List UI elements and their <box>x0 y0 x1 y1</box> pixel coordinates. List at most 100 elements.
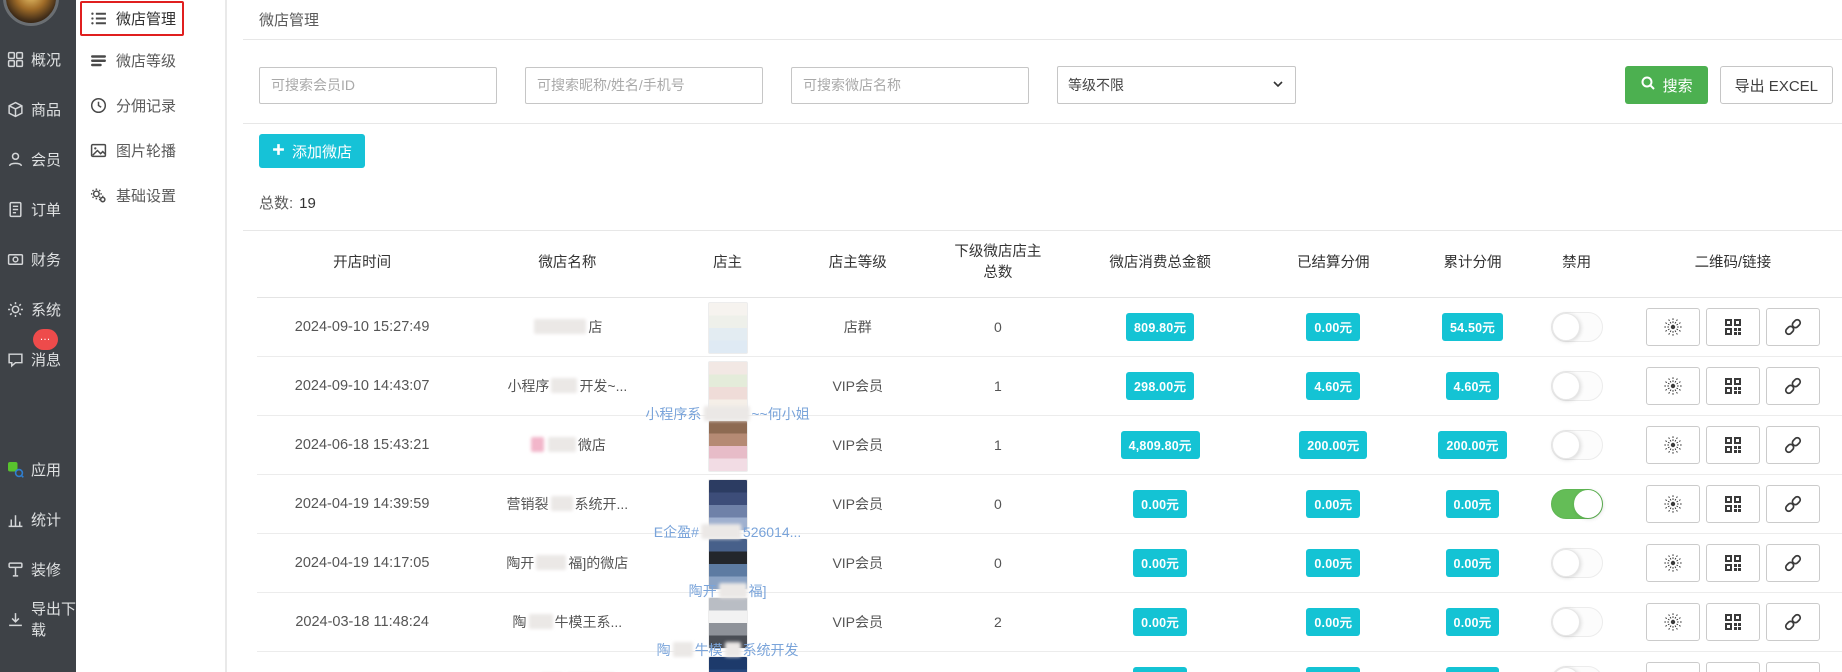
copy-link-button[interactable] <box>1766 367 1820 405</box>
total-amount-badge-cell: 4,809.80元 <box>1068 416 1252 475</box>
disable-cell <box>1531 652 1623 672</box>
disable-toggle[interactable] <box>1551 666 1603 672</box>
owner-link[interactable]: 小程序系~~何小姐 <box>645 404 809 424</box>
minicode-button[interactable] <box>1646 426 1700 464</box>
members-icon <box>6 151 24 168</box>
column-header: 累计分佣 <box>1414 231 1530 298</box>
owner-cell: 陶牛模系统开发 <box>668 593 788 652</box>
sub-shop-count-cell: 0 <box>928 298 1068 357</box>
sidebar-item-goods[interactable]: 商品 <box>0 84 76 134</box>
shop-name-input[interactable] <box>791 67 1029 104</box>
owner-link[interactable]: E企盈#526014... <box>654 522 802 542</box>
sidebar-item-apps[interactable]: 应用 <box>0 444 76 494</box>
qrcode-button[interactable] <box>1706 485 1760 523</box>
cumulative-commission-badge: 200.00元 <box>1438 431 1506 459</box>
sidebar-item-basic-settings[interactable]: 基础设置 <box>76 173 225 218</box>
sidebar-item-shop-manage[interactable]: 微店管理 <box>82 3 182 34</box>
image-icon <box>89 142 107 159</box>
column-header: 下级微店店主 总数 <box>928 231 1068 298</box>
sidebar-item-image-carousel[interactable]: 图片轮播 <box>76 128 225 173</box>
member-id-input[interactable] <box>259 67 497 104</box>
level-select[interactable]: 等级不限 <box>1057 66 1296 104</box>
text-segment: 开发~... <box>579 378 627 394</box>
minicode-button[interactable] <box>1646 662 1700 672</box>
sidebar-item-decorate[interactable]: 装修 <box>0 544 76 594</box>
minicode-button[interactable] <box>1646 367 1700 405</box>
total-amount-badge: 0.00元 <box>1133 549 1187 577</box>
settled-commission-badge-cell: 4.60元 <box>1252 357 1414 416</box>
search-button[interactable]: 搜索 <box>1625 66 1708 104</box>
copy-link-button[interactable] <box>1766 603 1820 641</box>
disable-toggle[interactable] <box>1551 607 1603 637</box>
redacted-text <box>725 642 741 657</box>
cumulative-commission-badge-cell: 54.50元 <box>1414 298 1530 357</box>
sidebar-item-label: 统计 <box>31 509 61 530</box>
disable-toggle[interactable] <box>1551 548 1603 578</box>
gears-icon <box>89 187 107 204</box>
total-amount-badge-cell: 0.00元 <box>1068 652 1252 672</box>
qrcode-button[interactable] <box>1706 308 1760 346</box>
text-segment: 陶开 <box>689 583 717 599</box>
toggle-knob <box>1552 372 1580 400</box>
open-time-cell: 2024-09-10 15:27:49 <box>257 298 467 357</box>
column-header: 已结算分佣 <box>1252 231 1414 298</box>
disable-toggle[interactable] <box>1551 489 1603 519</box>
copy-link-button[interactable] <box>1766 544 1820 582</box>
copy-link-button[interactable] <box>1766 308 1820 346</box>
member-info-input[interactable] <box>525 67 763 104</box>
sidebar-item-commission-records[interactable]: 分佣记录 <box>76 83 225 128</box>
minicode-button[interactable] <box>1646 544 1700 582</box>
owner-cell: 小程序系~~何小姐 <box>668 357 788 416</box>
shop-name-cell: 陶开福]的微店 <box>467 534 667 593</box>
secondary-sidebar: 微店管理微店等级分佣记录图片轮播基础设置 <box>76 0 227 672</box>
qrcode-link-cell <box>1623 298 1842 357</box>
owner-link[interactable]: 陶牛模系统开发 <box>657 640 799 660</box>
qrcode-button[interactable] <box>1706 603 1760 641</box>
text-segment: 牛模王系... <box>555 614 623 630</box>
sidebar-item-orders[interactable]: 订单 <box>0 184 76 234</box>
disable-toggle[interactable] <box>1551 371 1603 401</box>
qrcode-button[interactable] <box>1706 426 1760 464</box>
copy-link-button[interactable] <box>1766 662 1820 672</box>
sidebar-item-finance[interactable]: 财务 <box>0 234 76 284</box>
level-select-value: 等级不限 <box>1068 75 1124 95</box>
sidebar-item-overview[interactable]: 概况 <box>0 34 76 84</box>
cumulative-commission-badge-cell: 0.00元 <box>1414 593 1530 652</box>
add-shop-button[interactable]: 添加微店 <box>259 134 365 168</box>
minicode-button[interactable] <box>1646 603 1700 641</box>
owner-level-cell: VIP会员 <box>788 475 928 534</box>
sidebar-item-messages[interactable]: 消息… <box>0 334 76 384</box>
total-amount-badge-cell: 0.00元 <box>1068 593 1252 652</box>
sidebar-item-export-download[interactable]: 导出下载 <box>0 594 76 644</box>
search-button-label: 搜索 <box>1663 75 1693 96</box>
column-header: 二维码/链接 <box>1623 231 1842 298</box>
search-icon <box>1640 75 1656 95</box>
settled-commission-badge-cell: 0.00元 <box>1252 475 1414 534</box>
export-excel-button[interactable]: 导出 EXCEL <box>1720 66 1833 104</box>
sidebar-item-shop-level[interactable]: 微店等级 <box>76 38 225 83</box>
sidebar-item-system[interactable]: 系统 <box>0 284 76 334</box>
notification-badge: … <box>33 329 58 350</box>
sub-shop-count-cell: 1 <box>928 357 1068 416</box>
qrcode-button[interactable] <box>1706 662 1760 672</box>
qrcode-button[interactable] <box>1706 367 1760 405</box>
sidebar-item-stats[interactable]: 统计 <box>0 494 76 544</box>
disable-cell <box>1531 357 1623 416</box>
copy-link-button[interactable] <box>1766 426 1820 464</box>
qrcode-button[interactable] <box>1706 544 1760 582</box>
minicode-button[interactable] <box>1646 485 1700 523</box>
column-header: 店主等级 <box>788 231 928 298</box>
open-time-cell: 2024-03-08 16:05:09 <box>257 652 467 672</box>
copy-link-button[interactable] <box>1766 485 1820 523</box>
minicode-button[interactable] <box>1646 308 1700 346</box>
sidebar-item-members[interactable]: 会员 <box>0 134 76 184</box>
sub-shop-count-cell: 2 <box>928 593 1068 652</box>
settled-commission-badge: 0.00元 <box>1306 608 1360 636</box>
disable-toggle[interactable] <box>1551 430 1603 460</box>
owner-link[interactable]: 陶开福] <box>689 581 767 601</box>
total-amount-badge: 0.00元 <box>1133 667 1187 672</box>
disable-toggle[interactable] <box>1551 312 1603 342</box>
list-icon <box>89 10 107 27</box>
toggle-knob <box>1552 667 1580 672</box>
owner-level-cell: 店群 <box>788 298 928 357</box>
